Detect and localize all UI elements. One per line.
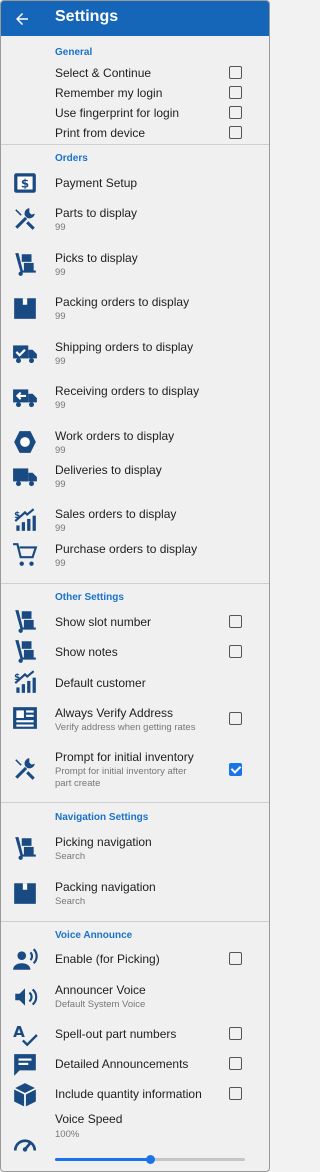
address-card-icon xyxy=(12,705,38,731)
section-divider xyxy=(1,583,269,584)
packing-navigation-value: Search xyxy=(55,896,86,907)
setting-picking-navigation[interactable]: Picking navigation xyxy=(55,835,152,849)
tools-icon xyxy=(12,756,38,782)
receiving-orders-value: 99 xyxy=(55,400,66,411)
settings-screen: Settings General Select & Continue Remem… xyxy=(0,0,270,1172)
setting-announcer-voice[interactable]: Announcer Voice xyxy=(55,983,146,997)
hex-nut-icon xyxy=(12,429,38,455)
initial-inventory-description-line2: part create xyxy=(55,778,101,789)
voice-speed-slider-thumb[interactable] xyxy=(145,1155,155,1164)
hand-truck-icon xyxy=(12,608,38,634)
fingerprint-login-checkbox[interactable] xyxy=(229,106,242,119)
speaker-icon xyxy=(12,984,38,1010)
hand-truck-icon xyxy=(12,638,38,664)
back-arrow-icon[interactable] xyxy=(13,10,31,28)
setting-voice-speed: Voice Speed xyxy=(55,1112,123,1126)
app-bar: Settings xyxy=(1,1,269,36)
setting-fingerprint-login[interactable]: Use fingerprint for login xyxy=(55,106,179,120)
setting-parts-to-display[interactable]: Parts to display xyxy=(55,206,137,220)
picks-to-display-value: 99 xyxy=(55,267,66,278)
truck-check-icon xyxy=(12,340,38,366)
setting-deliveries[interactable]: Deliveries to display xyxy=(55,463,162,477)
section-header-other: Other Settings xyxy=(55,592,124,603)
dollar-icon: $ xyxy=(12,170,38,196)
print-from-device-checkbox[interactable] xyxy=(229,126,242,139)
chat-icon xyxy=(12,1052,38,1078)
sales-chart-icon: $ xyxy=(12,507,38,533)
svg-text:$: $ xyxy=(21,176,29,190)
setting-work-orders[interactable]: Work orders to display xyxy=(55,429,174,443)
setting-receiving-orders[interactable]: Receiving orders to display xyxy=(55,384,199,398)
verify-address-checkbox[interactable] xyxy=(229,712,242,725)
section-header-orders: Orders xyxy=(55,153,88,164)
setting-sales-orders[interactable]: Sales orders to display xyxy=(55,507,176,521)
picking-navigation-value: Search xyxy=(55,851,86,862)
svg-text:A: A xyxy=(13,1023,25,1041)
setting-spell-out[interactable]: Spell-out part numbers xyxy=(55,1027,176,1041)
voice-speed-slider-fill xyxy=(55,1158,150,1161)
initial-inventory-description-line1: Prompt for initial inventory after xyxy=(55,766,187,777)
voice-speed-value: 100% xyxy=(55,1129,80,1140)
announcer-voice-value: Default System Voice xyxy=(55,999,146,1010)
packing-orders-value: 99 xyxy=(55,311,66,322)
voice-speed-slider[interactable] xyxy=(55,1155,245,1164)
enable-voice-checkbox[interactable] xyxy=(229,952,242,965)
box-icon xyxy=(12,880,38,906)
parts-to-display-value: 99 xyxy=(55,222,66,233)
detailed-announcements-checkbox[interactable] xyxy=(229,1057,242,1070)
spell-out-checkbox[interactable] xyxy=(229,1027,242,1040)
shipping-orders-value: 99 xyxy=(55,356,66,367)
section-divider xyxy=(1,921,269,922)
setting-packing-navigation[interactable]: Packing navigation xyxy=(55,880,156,894)
section-header-voice: Voice Announce xyxy=(55,930,133,941)
setting-enable-voice[interactable]: Enable (for Picking) xyxy=(55,952,160,966)
tools-icon xyxy=(12,206,38,232)
setting-include-quantity[interactable]: Include quantity information xyxy=(55,1087,202,1101)
section-divider xyxy=(1,802,269,803)
box-icon xyxy=(12,295,38,321)
include-quantity-checkbox[interactable] xyxy=(229,1087,242,1100)
voice-person-icon xyxy=(12,947,38,973)
setting-payment-setup[interactable]: Payment Setup xyxy=(55,176,137,190)
setting-initial-inventory[interactable]: Prompt for initial inventory xyxy=(55,750,194,764)
remember-login-checkbox[interactable] xyxy=(229,86,242,99)
svg-text:$: $ xyxy=(14,511,20,521)
hand-truck-icon xyxy=(12,251,38,277)
initial-inventory-checkbox[interactable] xyxy=(229,763,242,776)
section-header-general: General xyxy=(55,47,93,58)
svg-text:$: $ xyxy=(14,673,20,683)
setting-default-customer[interactable]: Default customer xyxy=(55,676,146,690)
setting-print-from-device[interactable]: Print from device xyxy=(55,126,145,140)
sales-orders-value: 99 xyxy=(55,523,66,534)
setting-verify-address[interactable]: Always Verify Address xyxy=(55,706,173,720)
setting-packing-orders[interactable]: Packing orders to display xyxy=(55,295,189,309)
setting-show-slot[interactable]: Show slot number xyxy=(55,615,151,629)
page-title: Settings xyxy=(55,8,119,25)
sales-chart-icon: $ xyxy=(12,669,38,695)
verify-address-description: Verify address when getting rates xyxy=(55,722,196,733)
section-divider xyxy=(1,144,269,145)
setting-select-continue[interactable]: Select & Continue xyxy=(55,66,151,80)
purchase-orders-value: 99 xyxy=(55,558,66,569)
show-notes-checkbox[interactable] xyxy=(229,645,242,658)
setting-remember-login[interactable]: Remember my login xyxy=(55,86,162,100)
hand-truck-icon xyxy=(12,835,38,861)
setting-show-notes[interactable]: Show notes xyxy=(55,645,118,659)
section-header-navigation: Navigation Settings xyxy=(55,812,149,823)
work-orders-value: 99 xyxy=(55,445,66,456)
cube-icon xyxy=(12,1082,38,1108)
speedometer-icon xyxy=(12,1131,38,1157)
setting-purchase-orders[interactable]: Purchase orders to display xyxy=(55,542,197,556)
show-slot-checkbox[interactable] xyxy=(229,615,242,628)
setting-shipping-orders[interactable]: Shipping orders to display xyxy=(55,340,193,354)
deliveries-value: 99 xyxy=(55,479,66,490)
select-continue-checkbox[interactable] xyxy=(229,66,242,79)
setting-detailed-announcements[interactable]: Detailed Announcements xyxy=(55,1057,188,1071)
truck-receive-icon xyxy=(12,384,38,410)
cart-icon xyxy=(12,542,38,568)
setting-picks-to-display[interactable]: Picks to display xyxy=(55,251,138,265)
spellcheck-icon: A xyxy=(12,1022,38,1048)
delivery-truck-icon xyxy=(12,463,38,489)
